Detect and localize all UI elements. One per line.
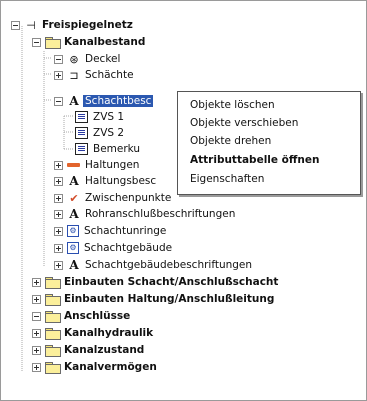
list-icon — [75, 127, 88, 139]
expand-toggle[interactable] — [54, 193, 63, 203]
tree-node-zvs2[interactable]: ZVS 2 — [75, 125, 124, 141]
folder-icon — [45, 276, 61, 289]
folder-icon — [45, 36, 61, 49]
collapse-toggle[interactable] — [54, 96, 63, 106]
node-label: Schachtgebäude — [84, 242, 173, 254]
node-label: Einbauten Schacht/Anschlußschacht — [64, 276, 279, 288]
node-label: Zwischenpunkte — [85, 192, 172, 204]
node-label-selected: Schachtbesc — [83, 95, 154, 107]
checkbox-icon[interactable] — [54, 54, 63, 64]
network-icon: ⊣ — [26, 18, 36, 32]
node-label: Bemerku — [93, 143, 141, 155]
menu-item-move-objects[interactable]: Objekte verschieben — [190, 115, 298, 132]
checkmark-symbol-icon: ✔ — [69, 191, 79, 205]
tree-node-schachtgebaeude[interactable]: ⚙ Schachtgebäude — [54, 240, 172, 256]
node-label: Anschlüsse — [64, 310, 131, 322]
node-label: Kanalvermögen — [64, 361, 157, 373]
node-label: Deckel — [85, 53, 121, 65]
node-label: Rohranschlußbeschriftungen — [85, 208, 236, 220]
tree-node-schaechte[interactable]: ⊐ Schächte — [54, 67, 134, 83]
expand-toggle[interactable] — [32, 345, 41, 355]
expand-toggle[interactable] — [54, 70, 63, 80]
expand-toggle[interactable] — [32, 277, 41, 287]
node-label: Schachtgebäudebeschriftungen — [85, 259, 253, 271]
expand-toggle[interactable] — [54, 209, 63, 219]
node-label: Kanalzustand — [64, 344, 145, 356]
haltung-line-icon — [67, 163, 80, 167]
tree-node-anschluesse[interactable]: Anschlüsse — [32, 308, 130, 324]
tree-node-kanalhydraulik[interactable]: Kanalhydraulik — [32, 325, 153, 341]
expand-toggle[interactable] — [54, 260, 63, 270]
menu-item-delete-objects[interactable]: Objekte löschen — [190, 97, 275, 114]
folder-icon — [45, 293, 61, 306]
menu-item-rotate-objects[interactable]: Objekte drehen — [190, 133, 271, 150]
menu-item-properties[interactable]: Eigenschaften — [190, 171, 264, 188]
node-label: Haltungsbesc — [85, 175, 157, 187]
layer-tree-panel: ⊣ Freispiegelnetz Kanalbestand ⊛ Deckel … — [0, 0, 367, 401]
schacht-symbol-icon: ⊐ — [69, 68, 79, 82]
folder-icon — [45, 361, 61, 374]
expand-toggle[interactable] — [32, 294, 41, 304]
folder-icon — [45, 310, 61, 323]
blue-symbol-icon: ⚙ — [67, 225, 79, 237]
expand-toggle[interactable] — [54, 176, 63, 186]
node-label: Einbauten Haltung/Anschlußleitung — [64, 293, 275, 305]
node-label: Freispiegelnetz — [42, 19, 133, 31]
tree-node-kanalzustand[interactable]: Kanalzustand — [32, 342, 144, 358]
folder-icon — [45, 327, 61, 340]
node-label: Kanalhydraulik — [64, 327, 154, 339]
tree-node-einbauten-schacht[interactable]: Einbauten Schacht/Anschlußschacht — [32, 274, 278, 290]
node-label: Schachtunringe — [84, 225, 167, 237]
node-label: ZVS 2 — [93, 127, 125, 139]
text-label-icon: A — [69, 207, 79, 221]
checkbox-icon[interactable] — [32, 311, 41, 321]
tree-node-schachtgebaeudebeschriftungen[interactable]: A Schachtgebäudebeschriftungen — [54, 257, 252, 273]
list-icon — [75, 111, 88, 123]
expand-toggle[interactable] — [54, 160, 63, 170]
deckel-symbol-icon: ⊛ — [69, 52, 79, 66]
node-label: Kanalbestand — [64, 36, 146, 48]
blue-symbol-icon: ⚙ — [67, 242, 79, 254]
tree-node-kanalvermoegen[interactable]: Kanalvermögen — [32, 359, 157, 375]
tree-node-haltungsbeschriftung[interactable]: A Haltungsbesc — [54, 173, 156, 189]
tree-node-zwischenpunkte[interactable]: ✔ Zwischenpunkte — [54, 190, 171, 206]
node-label: ZVS 1 — [93, 111, 125, 123]
tree-node-rohranschluss[interactable]: A Rohranschlußbeschriftungen — [54, 206, 235, 222]
node-label: Haltungen — [85, 159, 140, 171]
node-label: Schächte — [85, 69, 134, 81]
tree-node-zvs1[interactable]: ZVS 1 — [75, 109, 124, 125]
folder-icon — [45, 344, 61, 357]
expand-toggle[interactable] — [54, 243, 63, 253]
context-menu: Objekte löschen Objekte verschieben Obje… — [177, 91, 361, 195]
text-label-icon: A — [69, 258, 79, 272]
tree-node-kanalbestand[interactable]: Kanalbestand — [32, 34, 145, 50]
list-icon — [75, 143, 88, 155]
tree-node-schachtunringe[interactable]: ⚙ Schachtunringe — [54, 223, 166, 239]
collapse-toggle[interactable] — [11, 20, 20, 30]
collapse-toggle[interactable] — [32, 37, 41, 47]
tree-node-schachtbeschriftung[interactable]: A Schachtbesc — [54, 93, 154, 109]
expand-toggle[interactable] — [32, 362, 41, 372]
expand-toggle[interactable] — [32, 328, 41, 338]
tree-node-haltungen[interactable]: Haltungen — [54, 157, 139, 173]
tree-node-deckel[interactable]: ⊛ Deckel — [54, 51, 120, 67]
tree-node-einbauten-haltung[interactable]: Einbauten Haltung/Anschlußleitung — [32, 291, 274, 307]
tree-node-root[interactable]: ⊣ Freispiegelnetz — [11, 17, 133, 33]
text-label-icon: A — [69, 94, 79, 108]
tree-node-bemerkung[interactable]: Bemerku — [75, 141, 140, 157]
text-label-icon: A — [69, 174, 79, 188]
menu-item-open-attribute-table[interactable]: Attributtabelle öffnen — [190, 152, 319, 169]
expand-toggle[interactable] — [54, 226, 63, 236]
